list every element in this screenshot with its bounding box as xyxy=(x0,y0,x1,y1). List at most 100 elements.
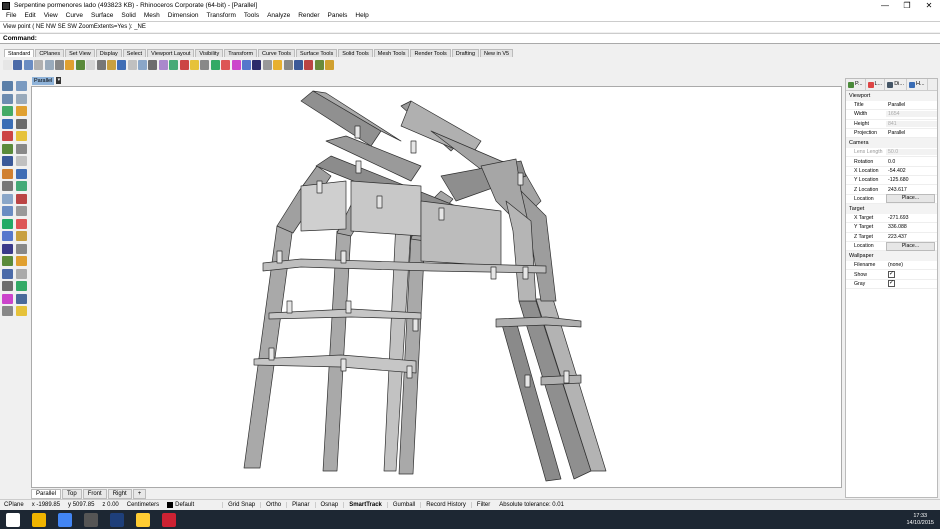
toolbar-tool-icon[interactable] xyxy=(314,59,324,70)
rhino-task-icon[interactable] xyxy=(84,512,98,527)
toolbar-tool-icon[interactable] xyxy=(13,59,23,70)
tab-visibility[interactable]: Visibility xyxy=(195,49,224,57)
toolbar-tool-icon[interactable] xyxy=(117,59,127,70)
left-tool-icon[interactable] xyxy=(2,118,13,129)
menu-item-transform[interactable]: Transform xyxy=(203,11,240,21)
left-tool-icon[interactable] xyxy=(2,193,13,204)
menu-item-tools[interactable]: Tools xyxy=(240,11,263,21)
left-tool-icon[interactable] xyxy=(2,281,13,291)
toolbar-tool-icon[interactable] xyxy=(75,59,85,70)
toolbar-tool-icon[interactable] xyxy=(158,59,168,70)
toolbar-tool-icon[interactable] xyxy=(190,59,200,70)
units-label[interactable]: Centimeters xyxy=(123,502,163,508)
toolbar-tool-icon[interactable] xyxy=(54,59,64,70)
maximize-button[interactable]: ❐ xyxy=(896,0,918,11)
left-tool-icon[interactable] xyxy=(2,156,13,166)
toolbar-tool-icon[interactable] xyxy=(96,59,106,70)
toolbar-tool-icon[interactable] xyxy=(148,59,158,70)
left-tool-icon[interactable] xyxy=(16,243,27,254)
tab-select[interactable]: Select xyxy=(122,49,147,57)
menu-item-mesh[interactable]: Mesh xyxy=(140,11,164,21)
toggle-filter[interactable]: Filter xyxy=(470,501,495,508)
toolbar-tool-icon[interactable] xyxy=(34,59,44,70)
y-location-field[interactable]: -125.680 xyxy=(886,177,937,183)
start-button-icon[interactable] xyxy=(6,512,20,527)
left-tool-icon[interactable] xyxy=(16,156,27,166)
viewport-label[interactable]: Parallel xyxy=(32,76,55,85)
folder-icon[interactable] xyxy=(136,512,150,527)
toolbar-tool-icon[interactable] xyxy=(65,59,75,70)
photoshop-icon[interactable] xyxy=(110,512,124,527)
tab-set-view[interactable]: Set View xyxy=(65,49,95,57)
toolbar-tool-icon[interactable] xyxy=(262,59,272,70)
viewport-tab-right[interactable]: Right xyxy=(107,488,132,499)
tab-drafting[interactable]: Drafting xyxy=(451,49,480,57)
left-tool-icon[interactable] xyxy=(16,281,27,291)
menu-item-view[interactable]: View xyxy=(40,11,62,21)
toolbar-tool-icon[interactable] xyxy=(3,59,12,70)
add-viewport-tab-button[interactable]: + xyxy=(132,488,147,499)
menu-item-solid[interactable]: Solid xyxy=(117,11,139,21)
left-tool-icon[interactable] xyxy=(2,131,13,141)
left-tool-icon[interactable] xyxy=(16,256,27,266)
left-tool-icon[interactable] xyxy=(2,81,13,91)
close-button[interactable]: ✕ xyxy=(918,0,940,11)
viewport-menu-icon[interactable]: ▾ xyxy=(56,77,62,84)
tab-surface-tools[interactable]: Surface Tools xyxy=(296,49,338,57)
tab-curve-tools[interactable]: Curve Tools xyxy=(258,49,295,57)
tab-layers[interactable]: L... xyxy=(866,79,886,90)
toolbar-tool-icon[interactable] xyxy=(273,59,283,70)
menu-item-dimension[interactable]: Dimension xyxy=(164,11,203,21)
toggle-record-history[interactable]: Record History xyxy=(420,501,471,508)
toggle-gumball[interactable]: Gumball xyxy=(386,501,420,508)
tab-mesh-tools[interactable]: Mesh Tools xyxy=(373,49,410,57)
left-tool-icon[interactable] xyxy=(2,181,13,191)
menu-item-help[interactable]: Help xyxy=(351,11,372,21)
toggle-osnap[interactable]: Osnap xyxy=(314,501,344,508)
toggle-smarttrack[interactable]: SmartTrack xyxy=(343,501,387,508)
left-tool-icon[interactable] xyxy=(2,106,13,116)
menu-item-curve[interactable]: Curve xyxy=(62,11,87,21)
menu-item-file[interactable]: File xyxy=(2,11,20,21)
tab-transform[interactable]: Transform xyxy=(224,49,258,57)
viewport-tab-parallel[interactable]: Parallel xyxy=(31,488,62,499)
show-checkbox[interactable]: ✓ xyxy=(888,271,895,279)
parallel-viewport[interactable] xyxy=(31,86,842,488)
menu-item-render[interactable]: Render xyxy=(294,11,323,21)
gray-checkbox[interactable]: ✓ xyxy=(888,280,895,288)
tab-new-in-v5[interactable]: New in V5 xyxy=(480,49,514,57)
viewport-tab-top[interactable]: Top xyxy=(62,488,82,499)
toolbar-tool-icon[interactable] xyxy=(252,59,262,70)
camera-place-button[interactable]: Place... xyxy=(886,194,935,204)
toggle-grid-snap[interactable]: Grid Snap xyxy=(222,501,260,508)
left-tool-icon[interactable] xyxy=(2,243,13,254)
left-tool-icon[interactable] xyxy=(16,93,27,104)
tab-cplanes[interactable]: CPlanes xyxy=(35,49,65,57)
left-tool-icon[interactable] xyxy=(2,293,13,304)
left-tool-icon[interactable] xyxy=(16,193,27,204)
toolbar-tool-icon[interactable] xyxy=(106,59,116,70)
toolbar-tool-icon[interactable] xyxy=(293,59,303,70)
viewport-tab-front[interactable]: Front xyxy=(82,488,107,499)
left-tool-icon[interactable] xyxy=(16,118,27,129)
toolbar-tool-icon[interactable] xyxy=(169,59,179,70)
toggle-ortho[interactable]: Ortho xyxy=(260,501,286,508)
left-tool-icon[interactable] xyxy=(2,306,13,316)
toolbar-tool-icon[interactable] xyxy=(241,59,251,70)
z-target-field[interactable]: 223.437 xyxy=(886,234,937,240)
y-target-field[interactable]: 336.088 xyxy=(886,224,937,230)
title-field[interactable]: Parallel xyxy=(886,102,937,108)
taskbar-clock[interactable]: 17:33 14/10/2015 xyxy=(906,513,940,527)
left-tool-icon[interactable] xyxy=(16,218,27,229)
toolbar-tool-icon[interactable] xyxy=(127,59,137,70)
left-tool-icon[interactable] xyxy=(2,256,13,266)
tab-display[interactable]: Di... xyxy=(885,79,907,90)
toggle-planar[interactable]: Planar xyxy=(286,501,314,508)
toolbar-tool-icon[interactable] xyxy=(23,59,33,70)
z-location-field[interactable]: 243.617 xyxy=(886,187,937,193)
toolbar-tool-icon[interactable] xyxy=(138,59,148,70)
chrome-icon[interactable] xyxy=(58,512,72,527)
left-tool-icon[interactable] xyxy=(2,143,13,154)
minimize-button[interactable]: — xyxy=(874,0,896,11)
left-tool-icon[interactable] xyxy=(16,181,27,191)
